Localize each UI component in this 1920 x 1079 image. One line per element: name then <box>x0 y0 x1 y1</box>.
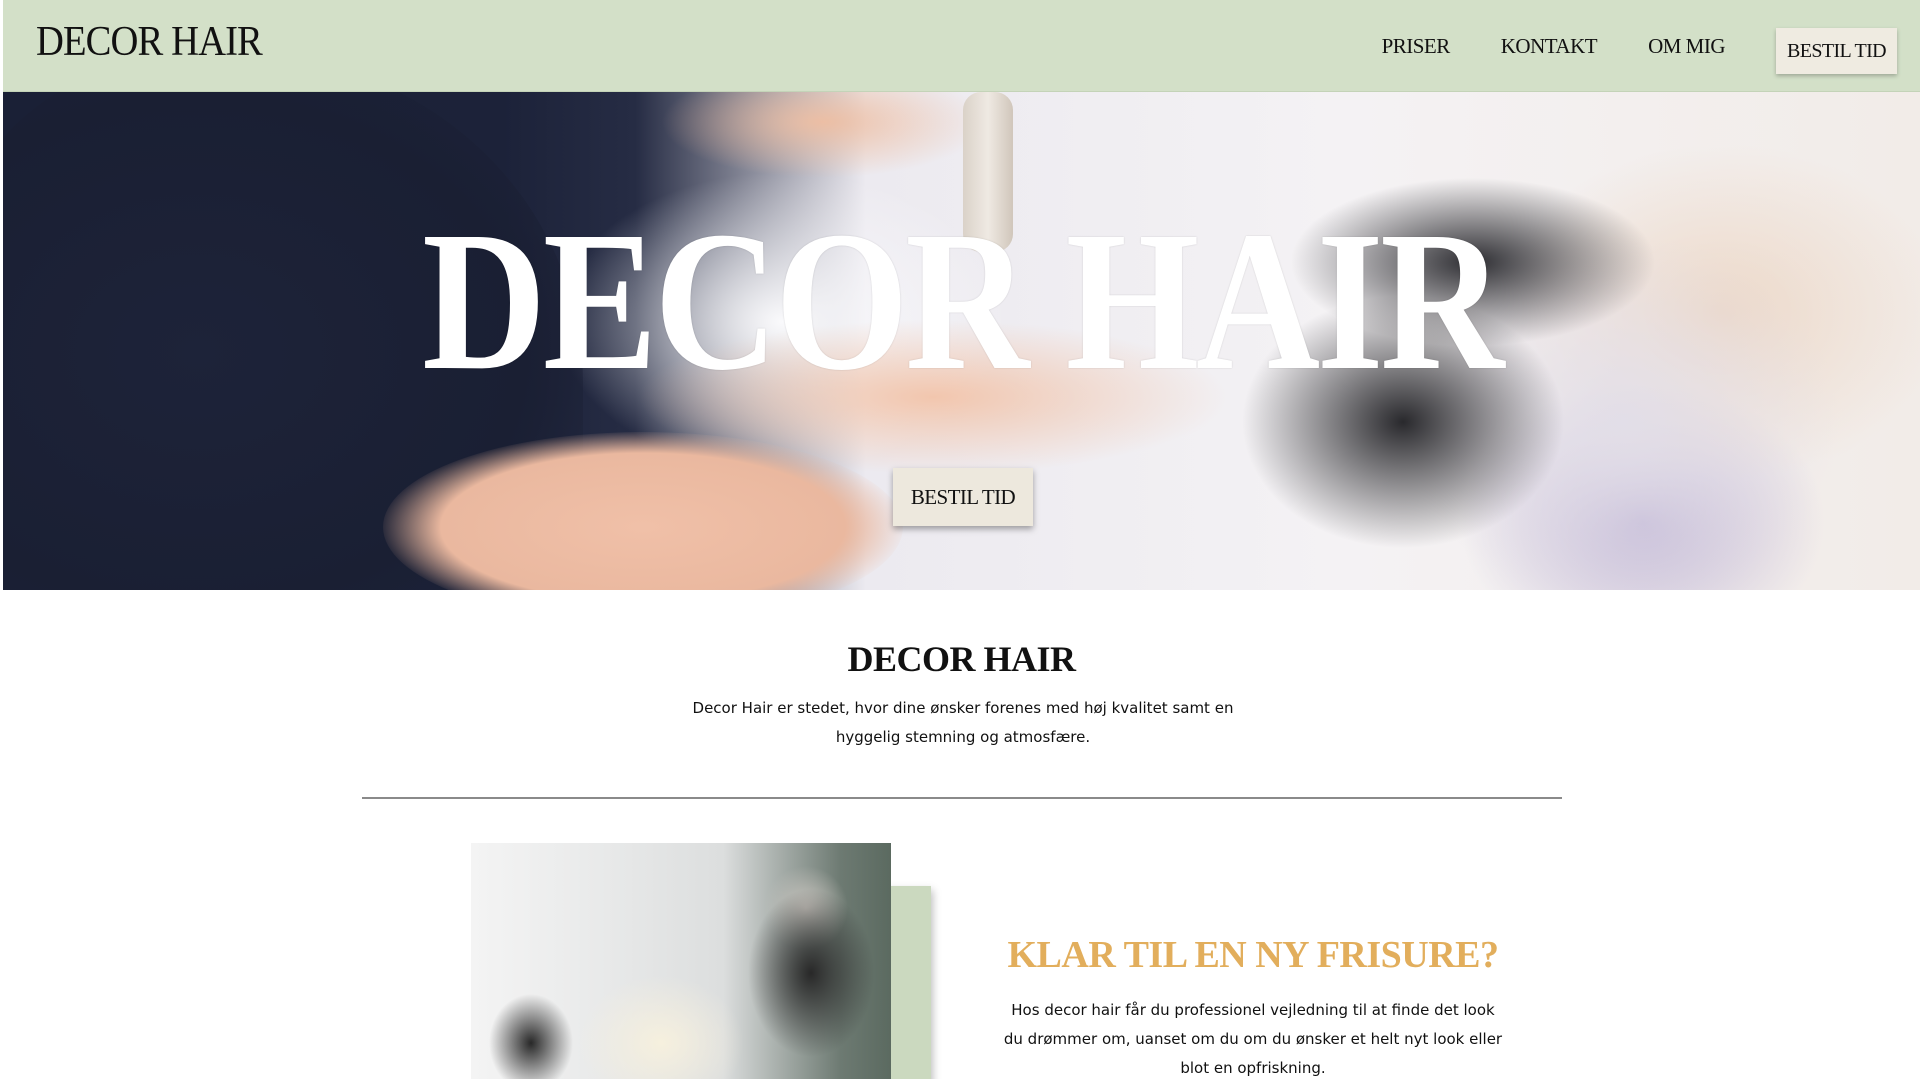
hero-book-button[interactable]: BESTIL TID <box>893 468 1033 526</box>
intro-heading: DECOR HAIR <box>847 639 1076 679</box>
nav-links: PRISER KONTAKT OM MIG BESTIL TID <box>1382 0 1920 92</box>
hero-title: DECOR HAIR <box>422 191 1504 412</box>
intro-paragraph: Decor Hair er stedet, hvor dine ønsker f… <box>692 699 1234 746</box>
nav-link-om-mig[interactable]: OM MIG <box>1648 34 1725 59</box>
feature-heading: KLAR TIL EN NY FRISURE? <box>1007 934 1499 976</box>
section-divider <box>362 797 1562 799</box>
nav-link-priser[interactable]: PRISER <box>1382 34 1451 59</box>
nav-book-button[interactable]: BESTIL TID <box>1776 28 1897 74</box>
page: DECOR HAIR PRISER KONTAKT OM MIG BESTIL … <box>3 0 1920 1079</box>
feature-photo-salon <box>471 843 891 1079</box>
feature-paragraph: Hos decor hair får du professionel vejle… <box>1003 1001 1503 1077</box>
top-navigation-bar: DECOR HAIR PRISER KONTAKT OM MIG BESTIL … <box>3 0 1920 92</box>
nav-link-kontakt[interactable]: KONTAKT <box>1501 34 1598 59</box>
hero-banner: DECOR HAIR BESTIL TID <box>3 92 1920 590</box>
site-logo[interactable]: DECOR HAIR <box>36 18 263 66</box>
